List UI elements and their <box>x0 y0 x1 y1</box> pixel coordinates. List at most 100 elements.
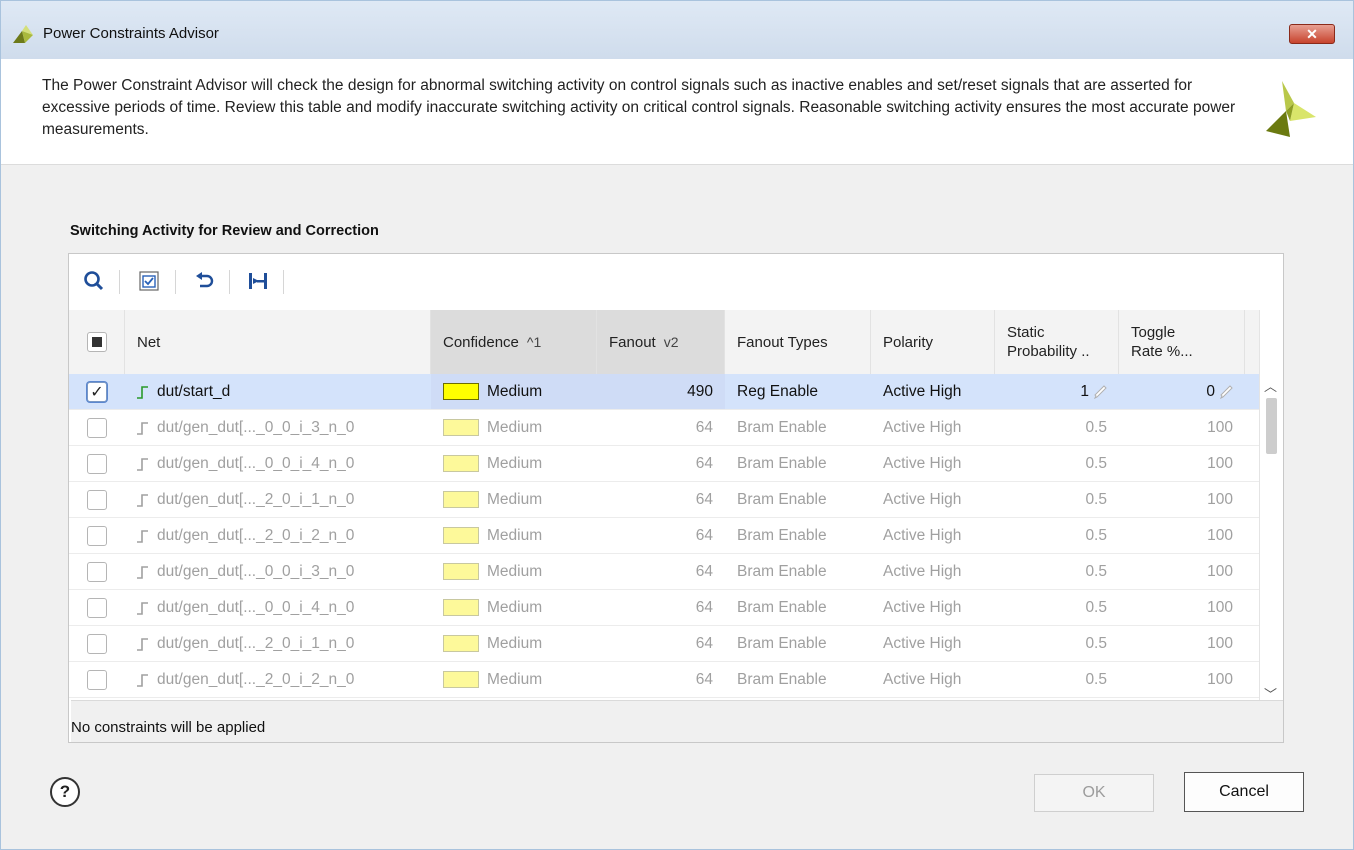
table-row[interactable]: dut/gen_dut[..._2_0_i_1_n_0 Medium 64 Bram … <box>69 482 1259 518</box>
fanout-cell: 64 <box>695 454 713 472</box>
row-select-cell <box>69 410 125 445</box>
net-name: dut/gen_dut[..._0_0_i_4_n_0 <box>157 598 355 616</box>
table-row[interactable]: dut/gen_dut[..._0_0_i_4_n_0 Medium 64 Bram … <box>69 590 1259 626</box>
net-name: dut/gen_dut[..._0_0_i_3_n_0 <box>157 418 355 436</box>
net-name: dut/gen_dut[..._2_0_i_1_n_0 <box>157 490 355 508</box>
scroll-thumb[interactable] <box>1266 398 1277 454</box>
undo-button[interactable] <box>191 268 217 294</box>
toggle-rate-value: 0 <box>1206 382 1215 400</box>
net-name: dut/start_d <box>157 382 231 400</box>
column-polarity[interactable]: Polarity <box>871 310 995 374</box>
vertical-scrollbar[interactable]: ︿ ﹀ <box>1259 310 1283 702</box>
window-title: Power Constraints Advisor <box>43 25 219 42</box>
column-static-probability[interactable]: Static Probability .. <box>995 310 1119 374</box>
switching-activity-panel: Net Confidence ^1 Fanout v2 Fanout Types P… <box>68 253 1284 743</box>
toggle-rate-cell: 100 <box>1119 410 1245 445</box>
sort-ascending-indicator: ^1 <box>526 334 542 350</box>
toggle-rate-value: 100 <box>1207 670 1233 688</box>
close-button[interactable]: ✕ <box>1289 24 1335 44</box>
confidence-value: Medium <box>487 634 543 652</box>
signal-rising-edge-icon <box>137 673 148 687</box>
confidence-swatch <box>443 491 479 508</box>
scroll-up-icon[interactable]: ︿ <box>1264 376 1277 395</box>
polarity-cell: Active High <box>883 490 962 508</box>
help-button[interactable]: ? <box>50 777 80 807</box>
table-header: Net Confidence ^1 Fanout v2 Fanout Types P… <box>69 310 1259 375</box>
table-row[interactable]: dut/gen_dut[..._0_0_i_4_n_0 Medium 64 Bram … <box>69 446 1259 482</box>
header-select-all[interactable] <box>69 310 125 374</box>
fanout-types-cell: Bram Enable <box>737 670 827 688</box>
search-button[interactable] <box>81 268 107 294</box>
static-probability-value: 0.5 <box>1085 598 1107 616</box>
polarity-cell: Active High <box>883 562 962 580</box>
confidence-cell: Medium <box>431 374 597 409</box>
row-checkbox[interactable]: ✓ <box>87 381 107 402</box>
static-probability-value: 0.5 <box>1085 634 1107 652</box>
row-checkbox[interactable] <box>87 669 107 690</box>
fanout-cell: 64 <box>695 490 713 508</box>
signal-rising-edge-icon <box>137 421 148 435</box>
table-row[interactable]: dut/gen_dut[..._0_0_i_3_n_0 Medium 64 Bram … <box>69 554 1259 590</box>
table-row[interactable]: dut/gen_dut[..._2_0_i_2_n_0 Medium 64 Bram … <box>69 662 1259 698</box>
search-icon <box>84 271 104 291</box>
fanout-types-cell: Bram Enable <box>737 562 827 580</box>
signal-rising-edge-icon <box>137 601 148 615</box>
static-probability-cell: 0.5 <box>995 446 1119 481</box>
title-bar: Power Constraints Advisor ✕ <box>1 1 1353 59</box>
column-fanout-types[interactable]: Fanout Types <box>725 310 871 374</box>
static-probability-value: 0.5 <box>1085 526 1107 544</box>
signal-rising-edge-icon <box>137 385 148 399</box>
row-checkbox[interactable] <box>87 561 107 582</box>
row-checkbox[interactable] <box>87 525 107 546</box>
polarity-cell: Active High <box>883 382 962 400</box>
row-checkbox[interactable] <box>87 597 107 618</box>
static-probability-cell: 0.5 <box>995 518 1119 553</box>
confidence-swatch <box>443 599 479 616</box>
header-checkbox[interactable] <box>86 332 107 352</box>
row-select-cell <box>69 662 125 697</box>
confidence-swatch <box>443 671 479 688</box>
switching-activity-table: Net Confidence ^1 Fanout v2 Fanout Types P… <box>69 310 1259 700</box>
toggle-rate-cell[interactable]: 0 <box>1119 374 1245 409</box>
table-row[interactable]: dut/gen_dut[..._2_0_i_1_n_0 Medium 64 Bram … <box>69 626 1259 662</box>
fanout-cell: 490 <box>597 374 725 409</box>
row-checkbox[interactable] <box>87 453 107 474</box>
collapse-button[interactable] <box>245 268 271 294</box>
row-select-cell: ✓ <box>69 374 125 409</box>
toolbar-separator <box>119 270 120 294</box>
confidence-cell: Medium <box>431 482 597 517</box>
edit-pencil-icon[interactable] <box>1219 384 1233 399</box>
row-checkbox[interactable] <box>87 633 107 654</box>
net-cell: dut/gen_dut[..._0_0_i_3_n_0 <box>125 554 431 589</box>
column-net[interactable]: Net <box>125 310 431 374</box>
table-row[interactable]: dut/gen_dut[..._2_0_i_2_n_0 Medium 64 Bram … <box>69 518 1259 554</box>
table-row[interactable]: ✓ dut/start_d Medium 490 Reg Enable Active Hi… <box>69 374 1259 410</box>
column-confidence[interactable]: Confidence ^1 <box>431 310 597 374</box>
net-cell: dut/gen_dut[..._0_0_i_3_n_0 <box>125 410 431 445</box>
select-all-button[interactable] <box>136 268 162 294</box>
toggle-rate-value: 100 <box>1207 490 1233 508</box>
static-probability-cell[interactable]: 1 <box>995 374 1119 409</box>
sort-descending-indicator: v2 <box>663 334 679 350</box>
cancel-button[interactable]: Cancel <box>1184 772 1304 812</box>
close-icon: ✕ <box>1306 26 1318 42</box>
toggle-rate-cell: 100 <box>1119 626 1245 661</box>
ok-button[interactable]: OK <box>1034 774 1154 812</box>
table-row[interactable]: dut/gen_dut[..._0_0_i_3_n_0 Medium 64 Bram … <box>69 410 1259 446</box>
confidence-cell: Medium <box>431 662 597 697</box>
column-toggle-rate[interactable]: Toggle Rate %... <box>1119 310 1245 374</box>
static-probability-value: 1 <box>1080 382 1089 400</box>
fanout-cell: 64 <box>695 418 713 436</box>
static-probability-value: 0.5 <box>1085 454 1107 472</box>
row-select-cell <box>69 482 125 517</box>
column-fanout[interactable]: Fanout v2 <box>597 310 725 374</box>
table-toolbar <box>69 254 1283 311</box>
select-all-icon <box>139 271 159 291</box>
toggle-rate-value: 100 <box>1207 598 1233 616</box>
static-probability-value: 0.5 <box>1085 670 1107 688</box>
edit-pencil-icon[interactable] <box>1093 384 1107 399</box>
row-checkbox[interactable] <box>87 417 107 438</box>
net-cell: dut/gen_dut[..._2_0_i_1_n_0 <box>125 626 431 661</box>
row-checkbox[interactable] <box>87 489 107 510</box>
confidence-value: Medium <box>487 598 543 616</box>
